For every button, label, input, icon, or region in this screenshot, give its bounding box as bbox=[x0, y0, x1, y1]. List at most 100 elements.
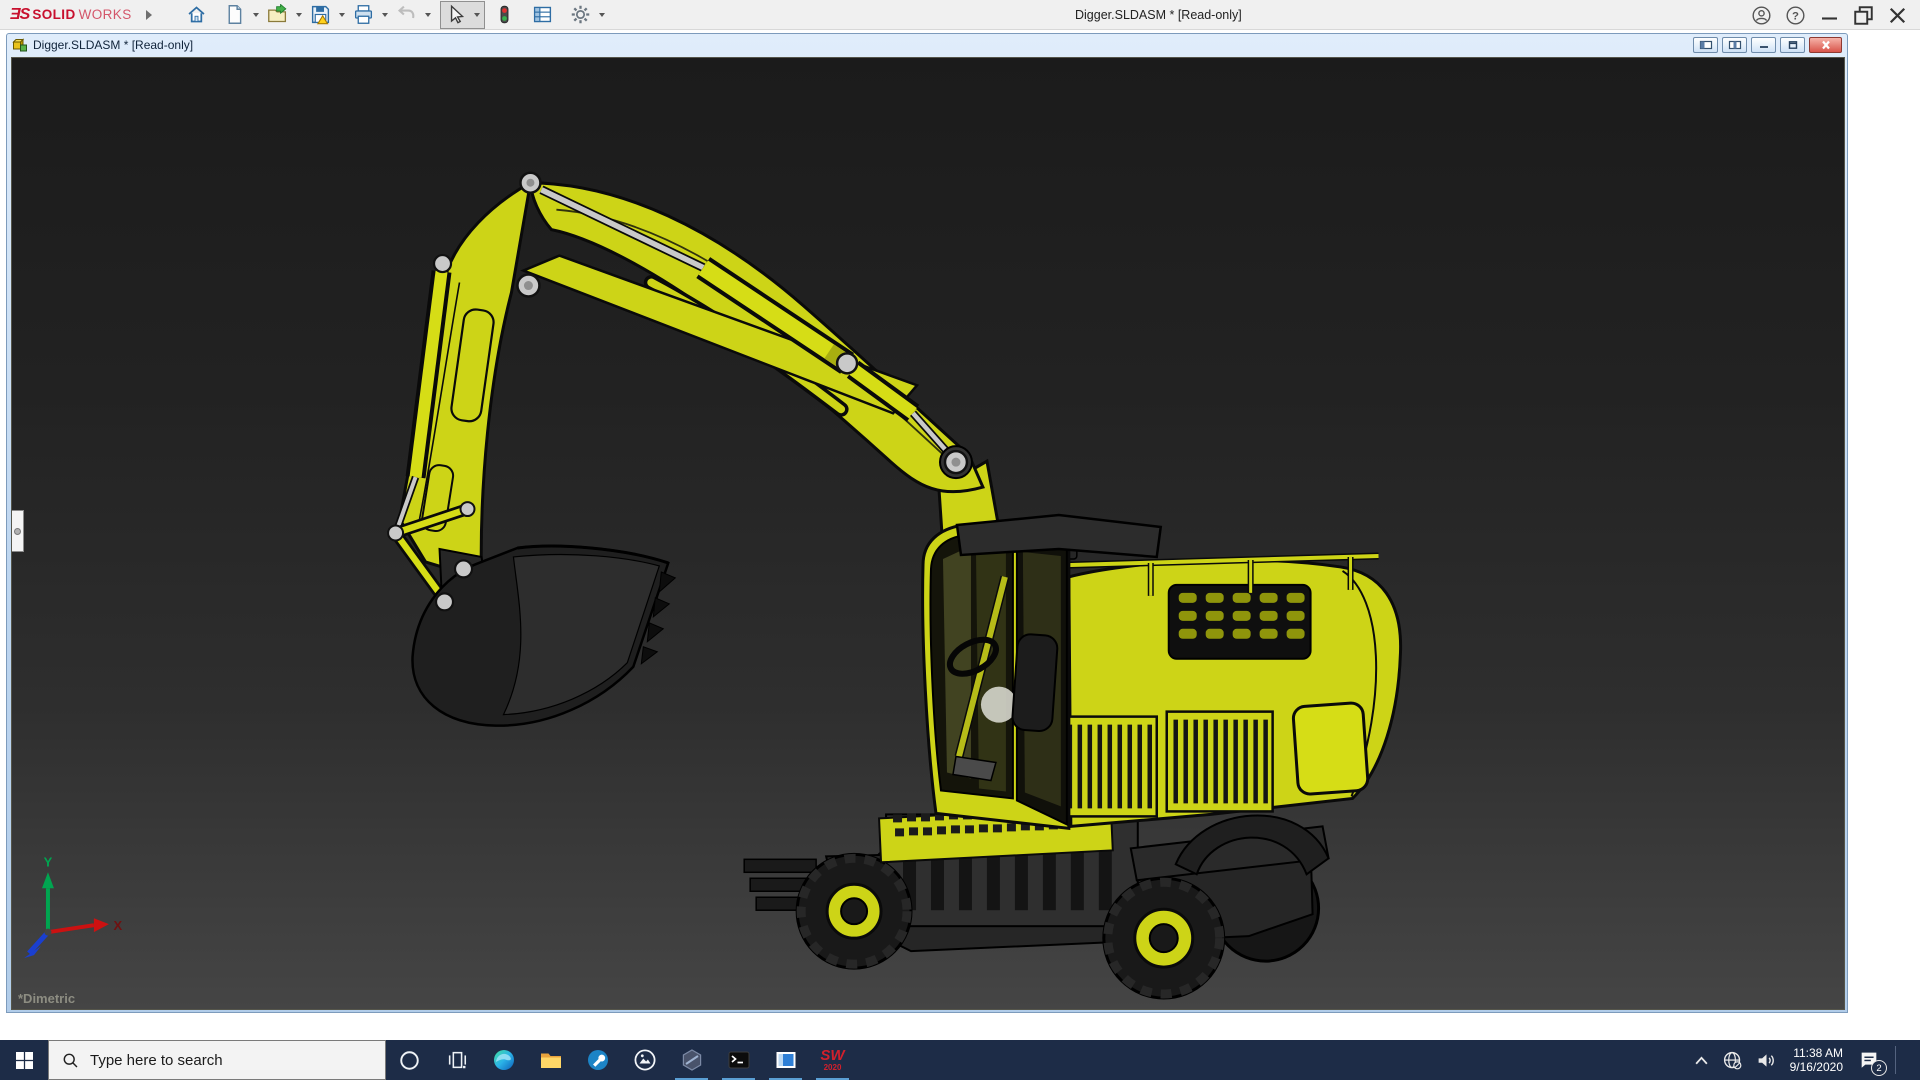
new-document-button[interactable] bbox=[220, 2, 250, 28]
command-prompt-icon bbox=[727, 1048, 751, 1072]
tray-chevron-icon[interactable] bbox=[1694, 1055, 1709, 1066]
options-button[interactable] bbox=[566, 2, 596, 28]
photos-icon bbox=[633, 1048, 657, 1072]
rebuild-traffic-light-icon bbox=[494, 4, 515, 25]
assembly-document-icon bbox=[12, 37, 28, 53]
taskbar-item-window-app[interactable] bbox=[762, 1040, 809, 1080]
taskbar-item-photos[interactable] bbox=[621, 1040, 668, 1080]
taskbar-item-hexagon-app[interactable] bbox=[668, 1040, 715, 1080]
taskbar-clock[interactable]: 11:38 AM 9/16/2020 bbox=[1790, 1046, 1843, 1075]
select-cursor-icon bbox=[445, 4, 466, 25]
wrench-circle-icon bbox=[586, 1048, 610, 1072]
open-dropdown[interactable] bbox=[293, 2, 306, 28]
excavator-model[interactable]: Y X bbox=[12, 58, 1844, 1009]
cab bbox=[923, 525, 1069, 828]
titlebar-controls: ? bbox=[1744, 0, 1914, 30]
minimize-icon bbox=[1819, 5, 1840, 26]
home-icon bbox=[186, 4, 207, 25]
volume-icon[interactable] bbox=[1756, 1050, 1777, 1071]
save-dropdown[interactable] bbox=[336, 2, 349, 28]
open-button[interactable] bbox=[263, 2, 293, 28]
search-placeholder: Type here to search bbox=[90, 1052, 223, 1069]
taskbar-item-file-explorer[interactable] bbox=[527, 1040, 574, 1080]
home-button[interactable] bbox=[182, 2, 212, 28]
undo-dropdown[interactable] bbox=[422, 2, 435, 28]
print-dropdown[interactable] bbox=[379, 2, 392, 28]
taskbar-search[interactable]: Type here to search bbox=[48, 1040, 386, 1080]
windows-logo-icon bbox=[16, 1052, 33, 1069]
select-tool-dropdown[interactable] bbox=[471, 2, 484, 28]
taskbar-item-cortana[interactable] bbox=[386, 1040, 433, 1080]
cortana-icon bbox=[398, 1049, 421, 1072]
document-window: Digger.SLDASM * [Read-only] bbox=[6, 33, 1848, 1013]
select-tool-button[interactable] bbox=[441, 2, 471, 28]
restore-button[interactable] bbox=[1846, 2, 1880, 28]
document-minimize-icon bbox=[1757, 40, 1771, 50]
minimize-button[interactable] bbox=[1812, 2, 1846, 28]
pane-left-icon bbox=[1699, 40, 1713, 50]
taskbar-item-edge[interactable] bbox=[480, 1040, 527, 1080]
quick-access-toolbar bbox=[182, 1, 609, 29]
save-icon bbox=[310, 4, 331, 25]
document-restore-icon bbox=[1786, 40, 1800, 50]
featuremanager-collapsed-tab[interactable] bbox=[11, 510, 24, 552]
svg-text:X: X bbox=[114, 918, 123, 933]
solidworks-application-window: ƎS SOLIDWORKS bbox=[0, 0, 1920, 1080]
tray-separator bbox=[1895, 1046, 1896, 1074]
save-button[interactable] bbox=[306, 2, 336, 28]
pane-left-button[interactable] bbox=[1693, 37, 1718, 53]
undo-button[interactable] bbox=[392, 2, 422, 28]
design-table-button[interactable] bbox=[528, 2, 558, 28]
restore-icon bbox=[1853, 5, 1874, 26]
svg-text:Y: Y bbox=[44, 854, 53, 869]
rebuild-button[interactable] bbox=[490, 2, 520, 28]
solidworks-2020-icon: SW 2020 bbox=[820, 1048, 844, 1072]
account-button[interactable] bbox=[1744, 2, 1778, 28]
file-explorer-icon bbox=[539, 1048, 563, 1072]
account-icon bbox=[1751, 5, 1772, 26]
pane-right-button[interactable] bbox=[1722, 37, 1747, 53]
document-minimize-button[interactable] bbox=[1751, 37, 1776, 53]
taskbar-item-settings-tool[interactable] bbox=[574, 1040, 621, 1080]
hexagon-app-icon bbox=[680, 1048, 704, 1072]
document-close-button[interactable] bbox=[1809, 37, 1842, 53]
print-button[interactable] bbox=[349, 2, 379, 28]
search-icon bbox=[62, 1052, 79, 1069]
new-document-dropdown[interactable] bbox=[250, 2, 263, 28]
edge-icon bbox=[492, 1048, 516, 1072]
undo-icon bbox=[396, 4, 417, 25]
svg-text:?: ? bbox=[1792, 10, 1799, 22]
menu-expand-arrow-icon[interactable] bbox=[146, 10, 152, 20]
close-button[interactable] bbox=[1880, 2, 1914, 28]
taskbar-item-task-view[interactable] bbox=[433, 1040, 480, 1080]
taskbar-item-command-prompt[interactable] bbox=[715, 1040, 762, 1080]
main-titlebar: ƎS SOLIDWORKS bbox=[0, 0, 1920, 30]
graphics-viewport[interactable]: Y X *Dimetric bbox=[11, 57, 1845, 1010]
clock-date: 9/16/2020 bbox=[1790, 1060, 1843, 1075]
solidworks-logo: ƎS SOLIDWORKS bbox=[10, 6, 132, 24]
start-button[interactable] bbox=[0, 1040, 48, 1080]
bucket bbox=[412, 546, 675, 726]
system-tray: 11:38 AM 9/16/2020 2 bbox=[1694, 1040, 1920, 1080]
document-restore-button[interactable] bbox=[1780, 37, 1805, 53]
document-titlebar[interactable]: Digger.SLDASM * [Read-only] bbox=[7, 34, 1847, 56]
reference-triad: Y X bbox=[24, 854, 123, 958]
taskbar-icons: SW 2020 bbox=[386, 1040, 856, 1080]
action-center-button[interactable]: 2 bbox=[1856, 1047, 1882, 1073]
dassault-mark: ƎS bbox=[10, 6, 29, 24]
notification-count-badge: 2 bbox=[1871, 1060, 1887, 1076]
network-globe-icon[interactable] bbox=[1722, 1050, 1743, 1071]
clock-time: 11:38 AM bbox=[1793, 1046, 1843, 1061]
help-icon: ? bbox=[1785, 5, 1806, 26]
options-gear-icon bbox=[570, 4, 591, 25]
pane-right-icon bbox=[1728, 40, 1742, 50]
help-button[interactable]: ? bbox=[1778, 2, 1812, 28]
window-title: Digger.SLDASM * [Read-only] bbox=[1075, 0, 1242, 30]
close-icon bbox=[1887, 5, 1908, 26]
show-desktop-button[interactable] bbox=[1909, 1040, 1918, 1080]
options-dropdown[interactable] bbox=[596, 2, 609, 28]
design-table-icon bbox=[532, 4, 553, 25]
taskbar-item-solidworks[interactable]: SW 2020 bbox=[809, 1040, 856, 1080]
document-window-controls bbox=[1693, 37, 1842, 53]
print-icon bbox=[353, 4, 374, 25]
